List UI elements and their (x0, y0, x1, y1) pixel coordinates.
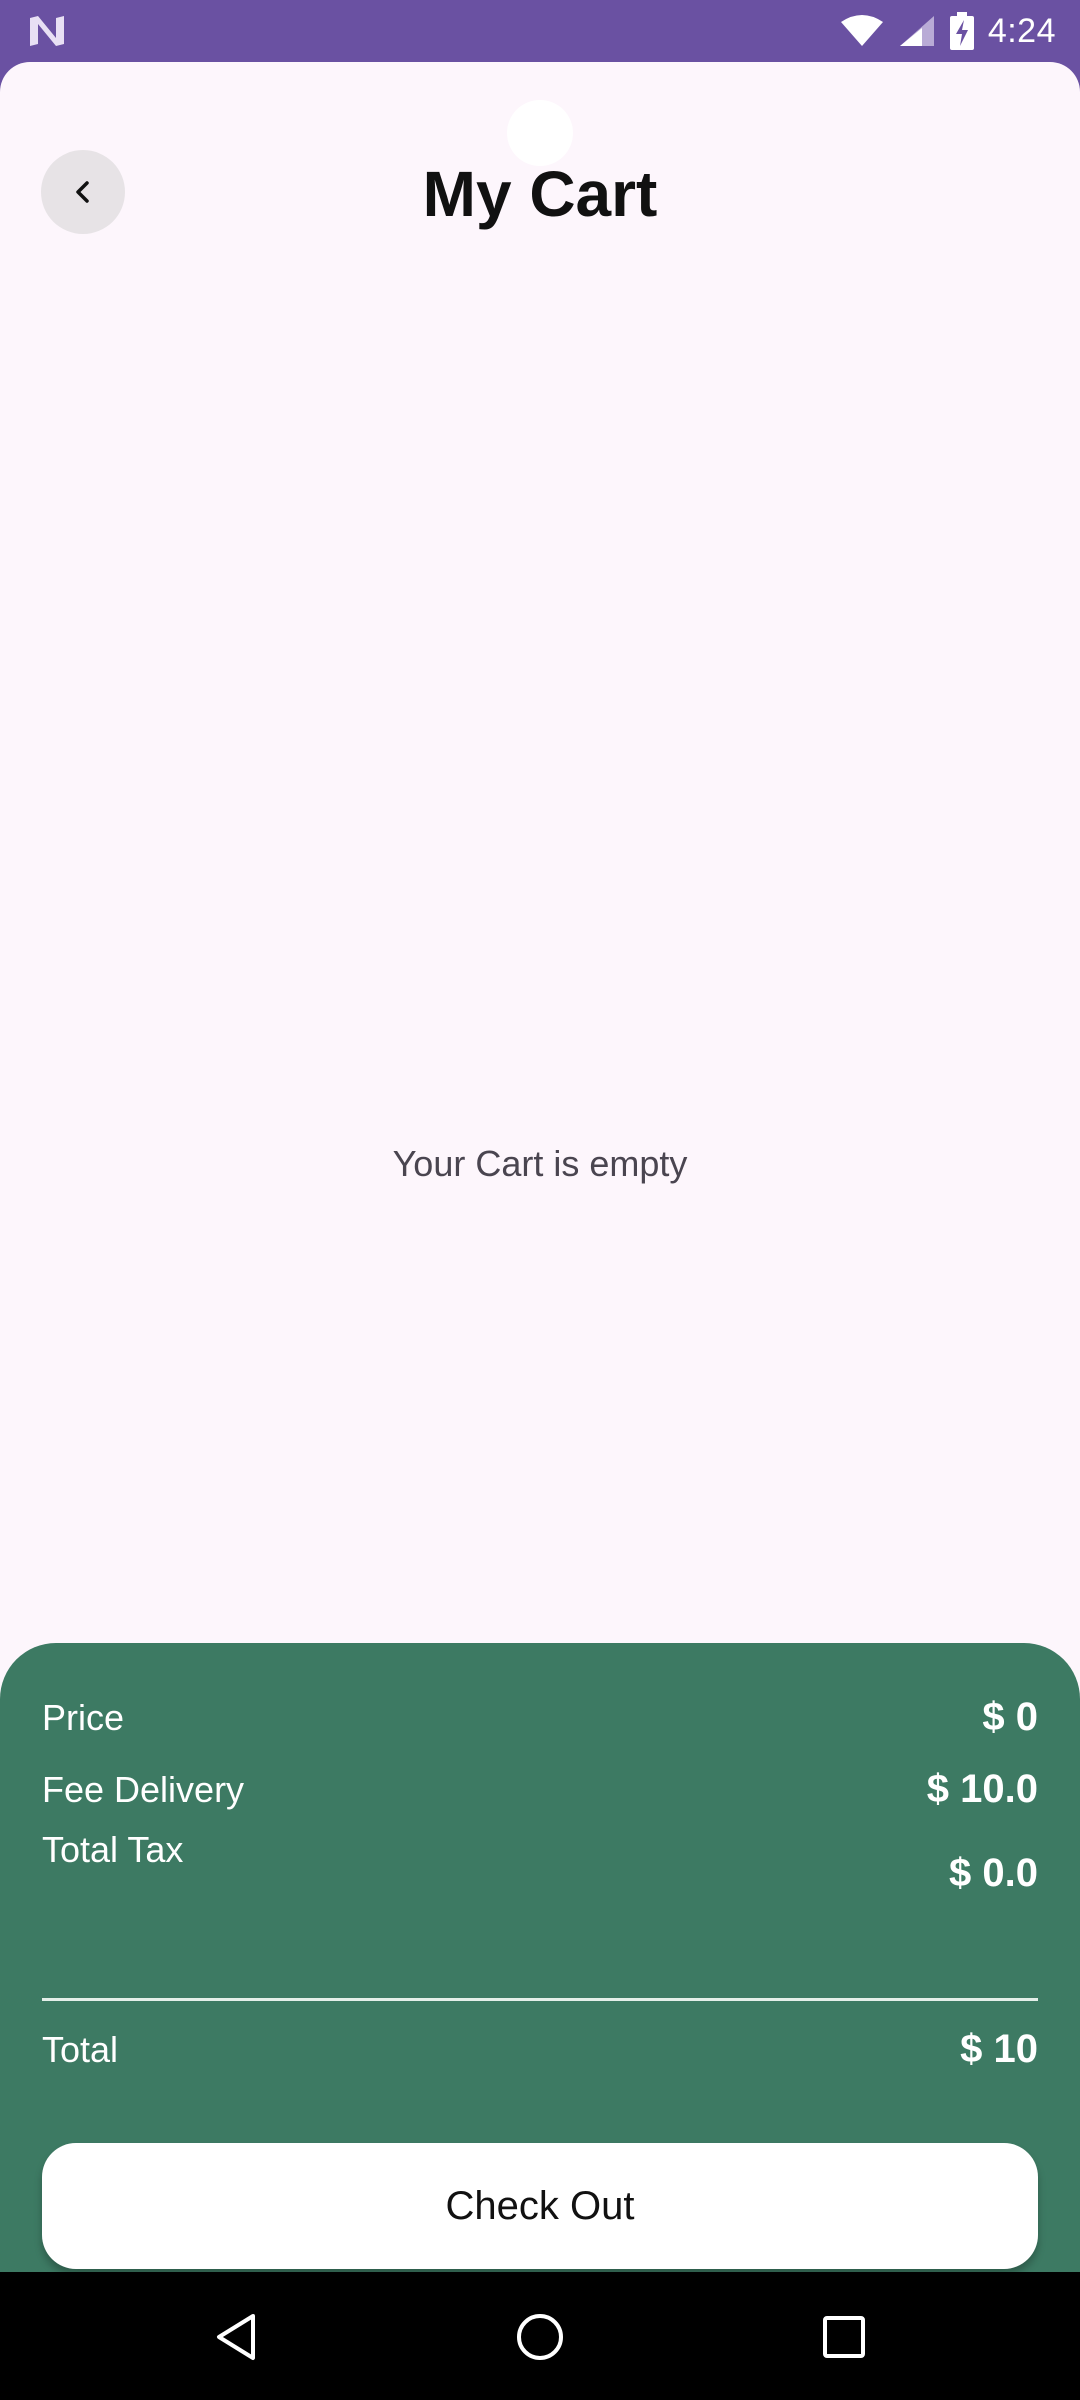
cellular-signal-icon (899, 16, 934, 46)
total-row: Total $ 10 (42, 2027, 1038, 2072)
status-time: 4:24 (987, 11, 1056, 50)
delivery-fee-label: Fee Delivery (42, 1768, 245, 1810)
battery-charging-icon (949, 12, 974, 50)
tax-value: $ 0.0 (949, 1851, 1038, 1895)
delivery-fee-row: Fee Delivery $ 10.0 (42, 1767, 1038, 1812)
summary-divider (42, 1998, 1038, 2001)
order-summary-panel: Price $ 0 Fee Delivery $ 10.0 Total Tax … (0, 1643, 1080, 2272)
status-icons: 4:24 (840, 0, 1056, 62)
notification-n-icon (30, 16, 64, 46)
total-value: $ 10 (960, 2027, 1038, 2071)
price-value: $ 0 (982, 1695, 1038, 1739)
tax-row: Total Tax $ 0.0 (42, 1829, 1038, 1896)
empty-cart-message: Your Cart is empty (392, 1143, 688, 1184)
total-label: Total (42, 2028, 119, 2070)
price-row: Price $ 0 (42, 1695, 1038, 1740)
wifi-icon (840, 15, 883, 46)
status-bar: 4:24 (0, 0, 1080, 62)
page-title: My Cart (422, 158, 658, 230)
nav-recents-button[interactable] (809, 2302, 879, 2372)
checkout-button[interactable]: Check Out (42, 2143, 1038, 2269)
price-label: Price (42, 1696, 125, 1738)
back-triangle-icon (217, 2314, 255, 2360)
system-navigation-bar (0, 2272, 1080, 2400)
tax-label: Total Tax (42, 1828, 184, 1870)
nav-home-button[interactable] (505, 2302, 575, 2372)
cart-screen: My Cart Your Cart is empty Price $ 0 Fee… (0, 62, 1080, 2272)
recents-square-icon (823, 2316, 865, 2358)
nav-back-button[interactable] (201, 2302, 271, 2372)
camera-cutout (507, 100, 573, 166)
delivery-fee-value: $ 10.0 (926, 1767, 1038, 1811)
home-circle-icon (517, 2314, 563, 2360)
